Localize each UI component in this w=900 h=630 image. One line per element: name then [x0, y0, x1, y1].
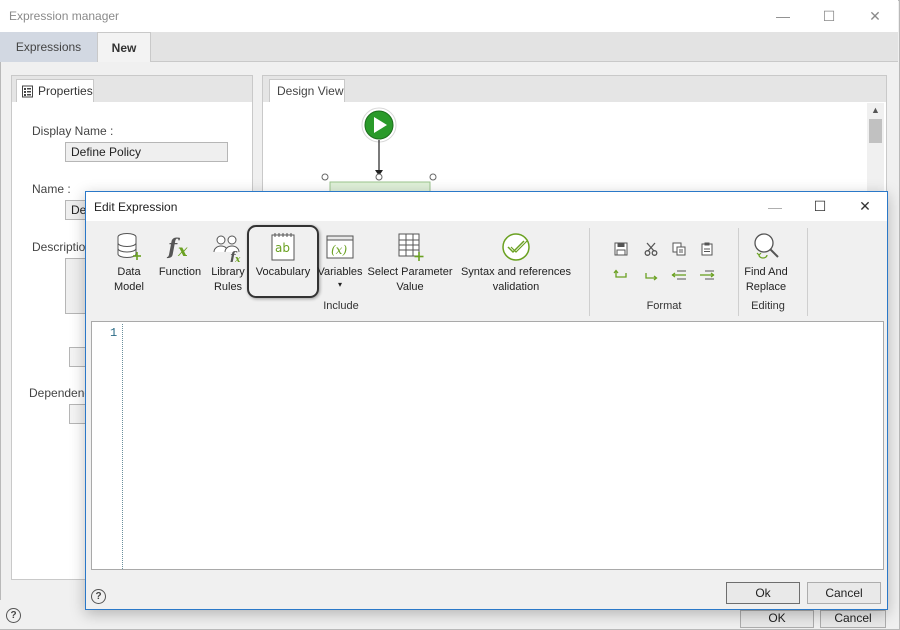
table-add-icon [398, 233, 424, 261]
copy-icon[interactable] [668, 240, 690, 258]
outer-minimize-button[interactable]: — [760, 0, 806, 32]
design-view-scrollbar[interactable]: ▲ [867, 103, 884, 193]
check-circle-icon [502, 233, 530, 261]
expression-editor[interactable]: 1 [91, 321, 884, 570]
function-label: Function [158, 266, 202, 278]
flow-diagram [321, 107, 437, 194]
dialog-minimize-button[interactable]: — [752, 192, 798, 221]
cancel-button[interactable]: Cancel [807, 582, 881, 604]
variables-label: Variables [317, 266, 363, 278]
outer-ok-button[interactable]: OK [740, 610, 814, 628]
ok-button[interactable]: Ok [726, 582, 800, 604]
find-replace-label-2: Replace [745, 281, 787, 293]
selection-handle[interactable] [429, 173, 437, 181]
variables-icon: (x) [326, 235, 354, 259]
find-replace-label-1: Find And [744, 266, 788, 278]
tab-new[interactable]: New [97, 32, 151, 62]
gutter-divider [122, 324, 123, 569]
redo-icon[interactable] [640, 266, 662, 284]
svg-text:x: x [234, 255, 241, 262]
tab-expressions[interactable]: Expressions [0, 32, 97, 62]
svg-text:(x): (x) [331, 243, 347, 257]
vocabulary-icon: ab [271, 233, 295, 261]
scroll-up-icon[interactable]: ▲ [871, 105, 880, 115]
selection-handle[interactable] [321, 173, 329, 181]
dialog-help-icon[interactable]: ? [91, 589, 106, 604]
ribbon-separator [738, 228, 739, 316]
library-rules-label-1: Library [211, 266, 245, 278]
properties-tab[interactable]: Properties [16, 79, 94, 102]
format-group-label: Format [646, 300, 682, 312]
data-model-button[interactable]: Data Model [109, 232, 149, 295]
ribbon: Data Model f x Function f x Library Rule… [91, 225, 884, 316]
vocabulary-button[interactable]: ab Vocabulary [249, 232, 317, 280]
properties-icon [22, 85, 33, 97]
variables-dropdown-icon[interactable]: ▾ [338, 280, 342, 290]
selection-handle[interactable] [375, 173, 383, 181]
syntax-label-1: Syntax and references [460, 266, 572, 278]
database-icon [117, 233, 141, 260]
outer-window-title: Expression manager [9, 9, 120, 23]
cut-icon[interactable] [640, 240, 662, 258]
variables-button[interactable]: (x) Variables ▾ [317, 232, 363, 290]
outer-titlebar: Expression manager — ☐ ✕ [0, 0, 898, 32]
dialog-title: Edit Expression [94, 200, 178, 214]
properties-tab-label: Properties [38, 84, 93, 98]
svg-text:x: x [177, 241, 188, 260]
syntax-validation-button[interactable]: Syntax and references validation [456, 232, 576, 295]
select-parameter-value-button[interactable]: Select Parameter Value [366, 232, 454, 295]
dependencies-label: Dependenc [29, 386, 91, 400]
select-parameter-label-2: Value [396, 281, 424, 293]
data-model-label-1: Data [117, 266, 141, 278]
function-button[interactable]: f x Function [155, 232, 205, 280]
design-view-tabbar [263, 76, 886, 102]
select-parameter-label-1: Select Parameter [367, 266, 453, 278]
dialog-close-button[interactable]: ✕ [842, 192, 888, 221]
data-model-label-2: Model [114, 281, 144, 293]
paste-icon[interactable] [696, 240, 718, 258]
outer-cancel-button[interactable]: Cancel [820, 610, 886, 628]
save-icon[interactable] [610, 240, 632, 258]
function-icon: f x [166, 234, 188, 260]
library-rules-label-2: Rules [213, 281, 243, 293]
svg-text:ab: ab [275, 241, 290, 255]
outdent-icon[interactable] [668, 266, 690, 284]
outer-maximize-button[interactable]: ☐ [806, 0, 852, 32]
ribbon-separator [807, 228, 808, 316]
indent-icon[interactable] [696, 266, 718, 284]
outer-close-button[interactable]: ✕ [852, 0, 898, 32]
syntax-label-2: validation [492, 281, 540, 293]
design-view-tab[interactable]: Design View [269, 79, 345, 102]
outer-help-icon[interactable]: ? [6, 608, 21, 623]
line-number: 1 [110, 326, 118, 340]
dialog-titlebar: Edit Expression — ☐ ✕ [86, 192, 887, 221]
include-group-label: Include [323, 300, 359, 312]
display-name-label: Display Name : [32, 124, 114, 138]
undo-icon[interactable] [610, 266, 632, 284]
scrollbar-thumb[interactable] [869, 119, 882, 143]
find-replace-icon [754, 233, 779, 259]
library-rules-button[interactable]: f x Library Rules [207, 232, 249, 295]
display-name-field[interactable]: Define Policy [65, 142, 228, 162]
find-replace-button[interactable]: Find And Replace [742, 232, 790, 295]
vocabulary-label: Vocabulary [255, 266, 311, 278]
description-label: Descriptio [32, 240, 86, 254]
edit-expression-dialog: Edit Expression — ☐ ✕ Data Model f x Fun… [85, 191, 888, 610]
ribbon-separator [589, 228, 590, 316]
name-label: Name : [32, 182, 71, 196]
dialog-maximize-button[interactable]: ☐ [797, 192, 843, 221]
editing-group-label: Editing [751, 300, 785, 312]
library-rules-icon: f x [213, 235, 241, 262]
